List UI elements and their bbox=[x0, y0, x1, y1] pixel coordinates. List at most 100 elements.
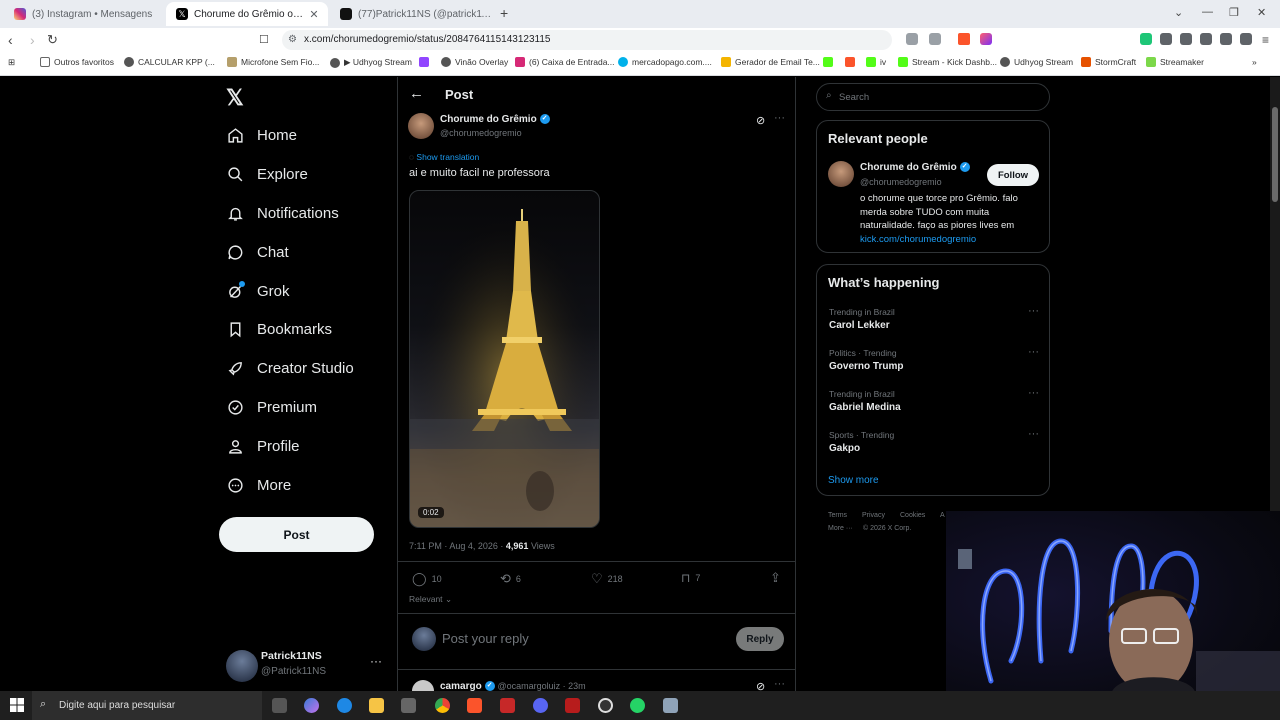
close-tab-icon[interactable]: ✕ bbox=[306, 8, 322, 21]
reply-author-avatar[interactable] bbox=[412, 680, 434, 691]
tab-tiktok[interactable]: (77)Patrick11NS (@patrick11ns) | Tik bbox=[330, 2, 494, 26]
back-arrow-icon[interactable]: ← bbox=[409, 85, 424, 102]
share-icon[interactable]: ⇪ bbox=[770, 570, 781, 586]
discord-icon[interactable] bbox=[533, 698, 548, 713]
sidebar-item-profile[interactable]: Profile bbox=[226, 434, 300, 458]
author-handle[interactable]: @chorumedogremio bbox=[440, 128, 522, 138]
follow-button[interactable]: Follow bbox=[987, 164, 1039, 186]
voicemeeter-icon[interactable] bbox=[565, 698, 580, 713]
trend-more-icon[interactable]: ··· bbox=[1028, 305, 1039, 317]
bookmark-kick-dashboard[interactable]: Stream - Kick Dashb... bbox=[898, 57, 997, 67]
like-action[interactable]: ♡ 218 bbox=[591, 571, 623, 587]
brave-shields-icon[interactable] bbox=[958, 33, 970, 45]
reply-sort-dropdown[interactable]: Relevant ⌄ bbox=[409, 594, 452, 605]
account-menu-icon[interactable]: ··· bbox=[370, 654, 382, 668]
forward-icon[interactable]: › bbox=[30, 32, 35, 48]
avatar[interactable] bbox=[226, 650, 258, 682]
reply-button[interactable]: Reply bbox=[736, 627, 784, 651]
person-avatar[interactable] bbox=[828, 161, 854, 187]
grok-explain-icon[interactable]: ⊘ bbox=[756, 680, 765, 691]
search-box[interactable]: ⌕ Search bbox=[816, 83, 1050, 111]
sidebar-item-creator-studio[interactable]: Creator Studio bbox=[226, 356, 354, 380]
new-tab-icon[interactable]: + bbox=[500, 5, 508, 21]
reply-input[interactable]: Post your reply bbox=[442, 631, 529, 646]
post-button[interactable]: Post bbox=[219, 517, 374, 552]
menu-icon[interactable]: ≡ bbox=[1262, 32, 1269, 48]
author-avatar[interactable] bbox=[408, 113, 434, 139]
leo-icon[interactable] bbox=[1220, 33, 1232, 45]
translate-icon[interactable] bbox=[906, 33, 918, 45]
bookmark-gerador-email[interactable]: Gerador de Email Te... bbox=[721, 57, 820, 67]
tab-search-icon[interactable]: ⌄ bbox=[1174, 6, 1183, 19]
bookmark-microfone[interactable]: Microfone Sem Fio... bbox=[227, 57, 319, 67]
task-view-icon[interactable] bbox=[272, 698, 287, 713]
grok-explain-icon[interactable]: ⊘ bbox=[756, 114, 765, 127]
tab-x-post[interactable]: 𝕏 Chorume do Grêmio on X: "ai e ✕ bbox=[166, 2, 328, 26]
post-video[interactable]: 0:02 bbox=[409, 190, 600, 528]
post-more-icon[interactable]: ··· bbox=[774, 112, 785, 124]
sidebar-item-notifications[interactable]: Notifications bbox=[226, 201, 339, 225]
show-more-link[interactable]: Show more bbox=[828, 475, 879, 486]
bookmark-kick-iv[interactable]: iv bbox=[866, 57, 886, 67]
trend-item[interactable]: Trending in Brazil Carol Lekker ··· bbox=[829, 305, 1039, 331]
vpn-icon[interactable] bbox=[1240, 33, 1252, 45]
bookmark-mercadopago[interactable]: mercadopago.com.... bbox=[618, 57, 712, 67]
trend-more-icon[interactable]: ··· bbox=[1028, 428, 1039, 440]
author-name[interactable]: Chorume do Grêmio ✓ bbox=[440, 114, 550, 125]
app-icon[interactable] bbox=[663, 698, 678, 713]
bookmark-stormcraft[interactable]: StormCraft bbox=[1081, 57, 1136, 67]
repost-action[interactable]: ⟲ 6 bbox=[500, 571, 521, 587]
trend-item[interactable]: Politics · Trending Governo Trump ··· bbox=[829, 346, 1039, 372]
sidebar-item-bookmarks[interactable]: Bookmarks bbox=[226, 317, 332, 341]
back-icon[interactable]: ‹ bbox=[8, 32, 13, 48]
address-bar[interactable]: ⚙ x.com/chorumedogremio/status/208476411… bbox=[282, 30, 892, 50]
person-name[interactable]: Chorume do Grêmio ✓ bbox=[860, 162, 970, 173]
trend-item[interactable]: Trending in Brazil Gabriel Medina ··· bbox=[829, 387, 1039, 413]
taskbar-search-box[interactable]: ⌕ Digite aqui para pesquisar bbox=[32, 691, 262, 720]
trend-more-icon[interactable]: ··· bbox=[1028, 387, 1039, 399]
minimize-icon[interactable]: — bbox=[1202, 6, 1213, 18]
more-bookmarks-icon[interactable]: » bbox=[1252, 57, 1257, 67]
extensions-icon[interactable] bbox=[1160, 33, 1172, 45]
sidebar-item-explore[interactable]: Explore bbox=[226, 162, 308, 186]
reply-more-icon[interactable]: ··· bbox=[774, 678, 785, 690]
close-window-icon[interactable]: ✕ bbox=[1257, 6, 1266, 19]
bookmark-instagram[interactable]: (6) Caixa de Entrada... bbox=[515, 57, 615, 67]
sidebar-item-premium[interactable]: Premium bbox=[226, 395, 317, 419]
bookmark-folder[interactable]: Outros favoritos bbox=[40, 57, 114, 67]
footer-privacy[interactable]: Privacy bbox=[862, 512, 885, 519]
bookmark-action[interactable]: ⊓ 7 bbox=[681, 571, 700, 585]
sidebar-item-more[interactable]: More bbox=[226, 473, 291, 497]
whatsapp-icon[interactable] bbox=[630, 698, 645, 713]
footer-cookies[interactable]: Cookies bbox=[900, 512, 925, 519]
scrollbar-thumb[interactable] bbox=[1272, 107, 1278, 202]
store-icon[interactable] bbox=[401, 698, 416, 713]
reply-action[interactable]: ◯ 10 bbox=[412, 571, 442, 587]
bookmark-streamaker[interactable]: Streamaker bbox=[1146, 57, 1204, 67]
x-logo-icon[interactable]: 𝕏 bbox=[226, 85, 244, 111]
bookmark-brave[interactable] bbox=[845, 57, 859, 67]
bio-link[interactable]: kick.com/chorumedogremio bbox=[860, 234, 976, 245]
reply-author-name[interactable]: camargo ✓ @ocamargoluiz · 23m bbox=[440, 681, 586, 691]
bookmark-twitch[interactable] bbox=[419, 57, 433, 67]
sidebar-item-home[interactable]: Home bbox=[226, 123, 297, 147]
sidebar-icon[interactable] bbox=[1180, 33, 1192, 45]
bookmark-page-icon[interactable]: ☐ bbox=[259, 32, 269, 48]
site-info-icon[interactable]: ⚙ bbox=[288, 34, 297, 45]
trend-more-icon[interactable]: ··· bbox=[1028, 346, 1039, 358]
sidebar-item-chat[interactable]: Chat bbox=[226, 240, 289, 264]
bookmark-udhyog[interactable]: ▶ Udhyog Stream bbox=[330, 57, 412, 68]
footer-terms[interactable]: Terms bbox=[828, 512, 847, 519]
footer-more[interactable]: More ··· bbox=[828, 525, 853, 532]
reload-icon[interactable]: ↻ bbox=[47, 32, 58, 48]
bookmark-calcular-kpp[interactable]: CALCULAR KPP (... bbox=[124, 57, 215, 67]
tab-instagram[interactable]: (3) Instagram • Mensagens bbox=[4, 2, 164, 26]
trend-item[interactable]: Sports · Trending Gakpo ··· bbox=[829, 428, 1039, 454]
vegas-icon[interactable] bbox=[500, 698, 515, 713]
bookmark-udhyog-2[interactable]: Udhyog Stream bbox=[1000, 57, 1073, 67]
obs-icon[interactable] bbox=[598, 698, 613, 713]
chrome-icon[interactable] bbox=[435, 698, 450, 713]
show-translation-link[interactable]: ◌ Show translation bbox=[409, 152, 479, 162]
apps-icon[interactable]: ⊞ bbox=[8, 57, 15, 68]
bookmark-vinao[interactable]: Vinão Overlay bbox=[441, 57, 508, 67]
